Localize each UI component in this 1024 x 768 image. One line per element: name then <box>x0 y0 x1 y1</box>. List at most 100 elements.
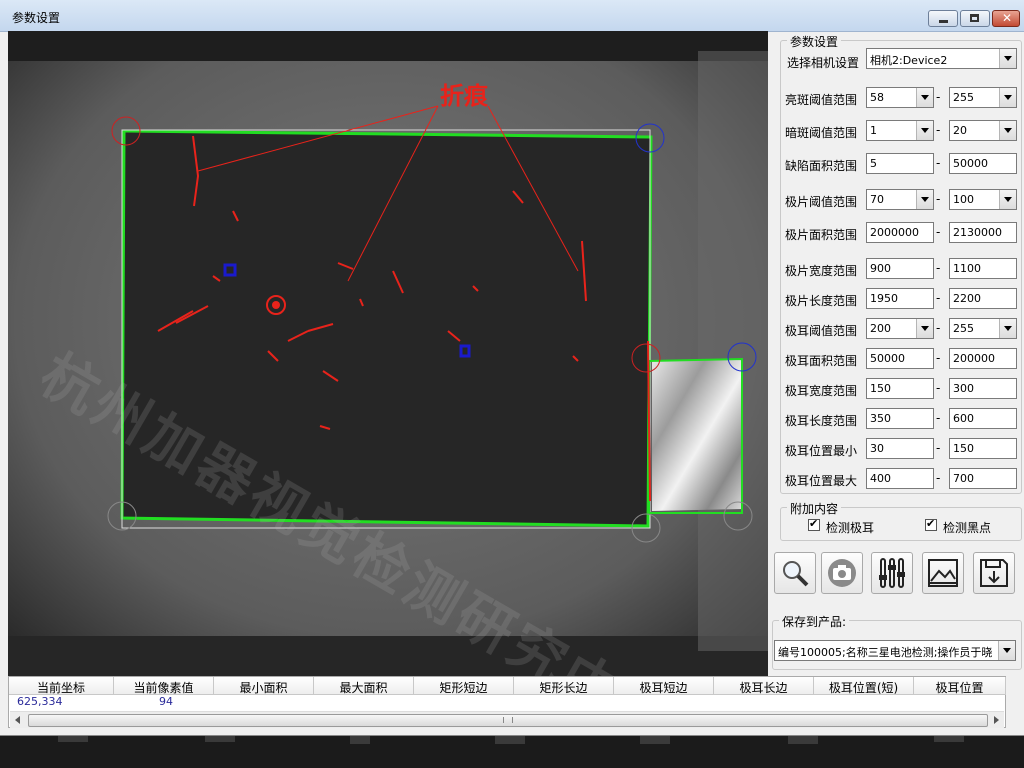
param-min-field[interactable]: 900 <box>866 258 934 279</box>
param-min-field[interactable]: 1 <box>866 120 934 141</box>
capture-button[interactable] <box>821 552 863 594</box>
param-label: 极耳阈值范围 <box>785 324 858 338</box>
param-value: 150 <box>870 382 891 395</box>
camera-select-label: 选择相机设置 <box>787 56 860 70</box>
scrollbar-thumb[interactable] <box>28 714 988 727</box>
chevron-down-icon <box>999 190 1016 209</box>
param-min-field[interactable]: 350 <box>866 408 934 429</box>
horizontal-scrollbar[interactable] <box>10 711 1004 728</box>
chevron-down-icon <box>999 121 1016 140</box>
adjust-button[interactable] <box>871 552 913 594</box>
param-min-field[interactable]: 58 <box>866 87 934 108</box>
param-min-field[interactable]: 200 <box>866 318 934 339</box>
param-min-field[interactable]: 2000000 <box>866 222 934 243</box>
param-max-field[interactable]: 20 <box>949 120 1017 141</box>
chevron-down-icon <box>916 319 933 338</box>
param-value: 58 <box>870 91 884 104</box>
search-button[interactable] <box>774 552 816 594</box>
column-header[interactable]: 极耳短边 <box>614 677 714 695</box>
param-value: 50000 <box>870 352 905 365</box>
maximize-icon <box>970 14 979 22</box>
param-value: 1100 <box>953 262 981 275</box>
param-label: 极片面积范围 <box>785 228 858 242</box>
param-value: 300 <box>953 382 974 395</box>
param-max-field[interactable]: 1100 <box>949 258 1017 279</box>
column-header[interactable]: 极耳长边 <box>714 677 814 695</box>
range-separator: - <box>936 411 941 425</box>
detect-black-dot-checkbox[interactable] <box>925 517 937 531</box>
param-label: 极片宽度范围 <box>785 264 858 278</box>
param-label: 暗斑阈值范围 <box>785 126 858 140</box>
param-min-field[interactable]: 70 <box>866 189 934 210</box>
column-header[interactable]: 最小面积 <box>214 677 314 695</box>
sliders-icon <box>879 558 905 588</box>
range-separator: - <box>936 381 941 395</box>
scroll-left-icon[interactable] <box>15 716 20 724</box>
param-value: 600 <box>953 412 974 425</box>
save-button[interactable] <box>973 552 1015 594</box>
image-icon <box>928 559 958 587</box>
chevron-down-icon <box>999 319 1016 338</box>
column-header[interactable]: 当前像素值 <box>114 677 214 695</box>
param-max-field[interactable]: 200000 <box>949 348 1017 369</box>
param-min-field[interactable]: 150 <box>866 378 934 399</box>
param-value: 50000 <box>953 157 988 170</box>
column-header[interactable]: 当前坐标 <box>9 677 114 695</box>
maximize-button[interactable] <box>960 10 990 27</box>
param-label: 极耳位置最小 <box>785 444 858 458</box>
param-value: 1950 <box>870 292 898 305</box>
close-button[interactable]: ✕ <box>992 10 1020 27</box>
param-min-field[interactable]: 30 <box>866 438 934 459</box>
detect-tab-checkbox[interactable] <box>808 517 820 531</box>
param-max-field[interactable]: 700 <box>949 468 1017 489</box>
param-min-field[interactable]: 1950 <box>866 288 934 309</box>
range-separator: - <box>936 441 941 455</box>
param-max-field[interactable]: 50000 <box>949 153 1017 174</box>
param-min-field[interactable]: 400 <box>866 468 934 489</box>
scroll-corner <box>1006 676 1024 728</box>
param-max-field[interactable]: 2200 <box>949 288 1017 309</box>
param-max-field[interactable]: 300 <box>949 378 1017 399</box>
table-cell: 625,334 <box>17 695 63 708</box>
param-max-field[interactable]: 100 <box>949 189 1017 210</box>
scroll-right-icon[interactable] <box>994 716 999 724</box>
column-header[interactable]: 极耳位置(短) <box>814 677 914 695</box>
param-value: 900 <box>870 262 891 275</box>
title-bar: 参数设置 ✕ <box>0 0 1024 32</box>
results-table: 当前坐标 当前像素值 最小面积 最大面积 矩形短边 矩形长边 极耳短边 极耳长边 极耳位置(短)… <box>8 676 1006 728</box>
column-header[interactable]: 矩形长边 <box>514 677 614 695</box>
parameter-settings-window: 参数设置 ✕ 杭州加器视觉检测研究中心 折痕 参数设置 选择相机设置 相机2:D… <box>0 0 1024 736</box>
parameters-group-title: 参数设置 <box>787 33 842 50</box>
column-header[interactable]: 最大面积 <box>314 677 414 695</box>
param-max-field[interactable]: 600 <box>949 408 1017 429</box>
camera-image-view[interactable]: 杭州加器视觉检测研究中心 折痕 <box>8 31 768 676</box>
range-separator: - <box>936 225 941 239</box>
param-max-field[interactable]: 2130000 <box>949 222 1017 243</box>
chevron-down-icon <box>916 121 933 140</box>
minimize-icon <box>939 20 948 23</box>
range-separator: - <box>936 291 941 305</box>
detect-black-dot-label: 检测黑点 <box>943 521 992 535</box>
param-max-field[interactable]: 255 <box>949 318 1017 339</box>
param-min-field[interactable]: 50000 <box>866 348 934 369</box>
column-header[interactable]: 极耳位置 <box>914 677 1006 695</box>
minimize-button[interactable] <box>928 10 958 27</box>
close-icon: ✕ <box>1002 11 1013 25</box>
column-header[interactable]: 矩形短边 <box>414 677 514 695</box>
param-label: 极耳面积范围 <box>785 354 858 368</box>
param-max-field[interactable]: 255 <box>949 87 1017 108</box>
param-value: 30 <box>870 442 884 455</box>
param-value: 20 <box>953 124 967 137</box>
image-button[interactable] <box>922 552 964 594</box>
param-label: 极耳宽度范围 <box>785 384 858 398</box>
param-value: 350 <box>870 412 891 425</box>
product-select[interactable]: 编号100005;名称三星电池检测;操作员于晓 <box>774 640 1016 661</box>
param-max-field[interactable]: 150 <box>949 438 1017 459</box>
chevron-down-icon <box>998 641 1015 660</box>
param-label: 极耳位置最大 <box>785 474 858 488</box>
param-min-field[interactable]: 5 <box>866 153 934 174</box>
grip-icon <box>503 717 513 723</box>
camera-select[interactable]: 相机2:Device2 <box>866 48 1017 69</box>
param-value: 700 <box>953 472 974 485</box>
param-value: 2200 <box>953 292 981 305</box>
